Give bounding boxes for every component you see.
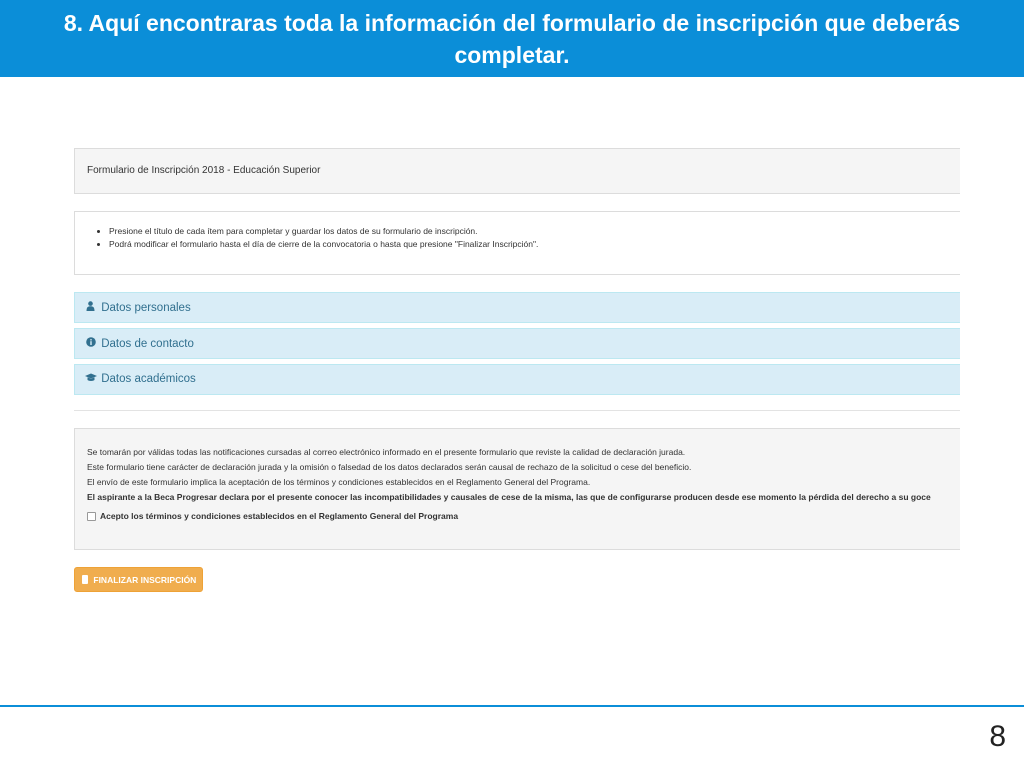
accept-terms-label[interactable]: Acepto los términos y condiciones establ… [100, 511, 458, 521]
accordion-label: Datos personales [101, 302, 191, 314]
terms-line: Este formulario tiene carácter de declar… [87, 462, 692, 472]
divider [74, 410, 960, 411]
finalizar-inscripcion-button[interactable]: FINALIZAR INSCRIPCIÓN [74, 567, 203, 592]
accordion-datos-academicos[interactable]: Datos académicos [74, 364, 960, 395]
instruction-item: Podrá modificar el formulario hasta el d… [109, 238, 960, 251]
form-title: Formulario de Inscripción 2018 - Educaci… [87, 165, 321, 176]
terms-line: El aspirante a la Beca Progresar declara… [87, 492, 931, 502]
finalizar-inscripcion-label: FINALIZAR INSCRIPCIÓN [93, 575, 197, 585]
terms-panel: Se tomarán por válidas todas las notific… [74, 428, 960, 550]
accordion-label: Datos de contacto [101, 338, 194, 350]
user-icon [85, 301, 96, 314]
accordion-datos-contacto[interactable]: Datos de contacto [74, 328, 960, 359]
instruction-text: Podrá modificar el formulario hasta el d… [109, 239, 539, 249]
instruction-item: Presione el título de cada ítem para com… [109, 225, 960, 238]
accept-terms-checkbox[interactable] [87, 511, 96, 521]
form-screenshot: Formulario de Inscripción 2018 - Educaci… [74, 148, 960, 608]
accept-terms-row[interactable]: Acepto los términos y condiciones establ… [87, 511, 960, 521]
form-title-panel: Formulario de Inscripción 2018 - Educaci… [74, 148, 960, 194]
accordion-datos-personales[interactable]: Datos personales [74, 292, 960, 323]
graduation-cap-icon [85, 373, 97, 385]
slide-title: 8. Aquí encontraras toda la información … [0, 0, 1024, 77]
terms-line: El envío de este formulario implica la a… [87, 477, 591, 487]
footer-divider [0, 705, 1024, 707]
accordion-label: Datos académicos [101, 373, 196, 385]
slide: 8. Aquí encontraras toda la información … [0, 0, 1024, 768]
page-number: 8 [989, 720, 1006, 753]
instructions-list: Presione el título de cada ítem para com… [75, 225, 960, 251]
terms-line: Se tomarán por válidas todas las notific… [87, 447, 686, 457]
instructions-panel: Presione el título de cada ítem para com… [74, 211, 960, 275]
info-circle-icon [85, 337, 96, 350]
save-icon [82, 575, 88, 584]
